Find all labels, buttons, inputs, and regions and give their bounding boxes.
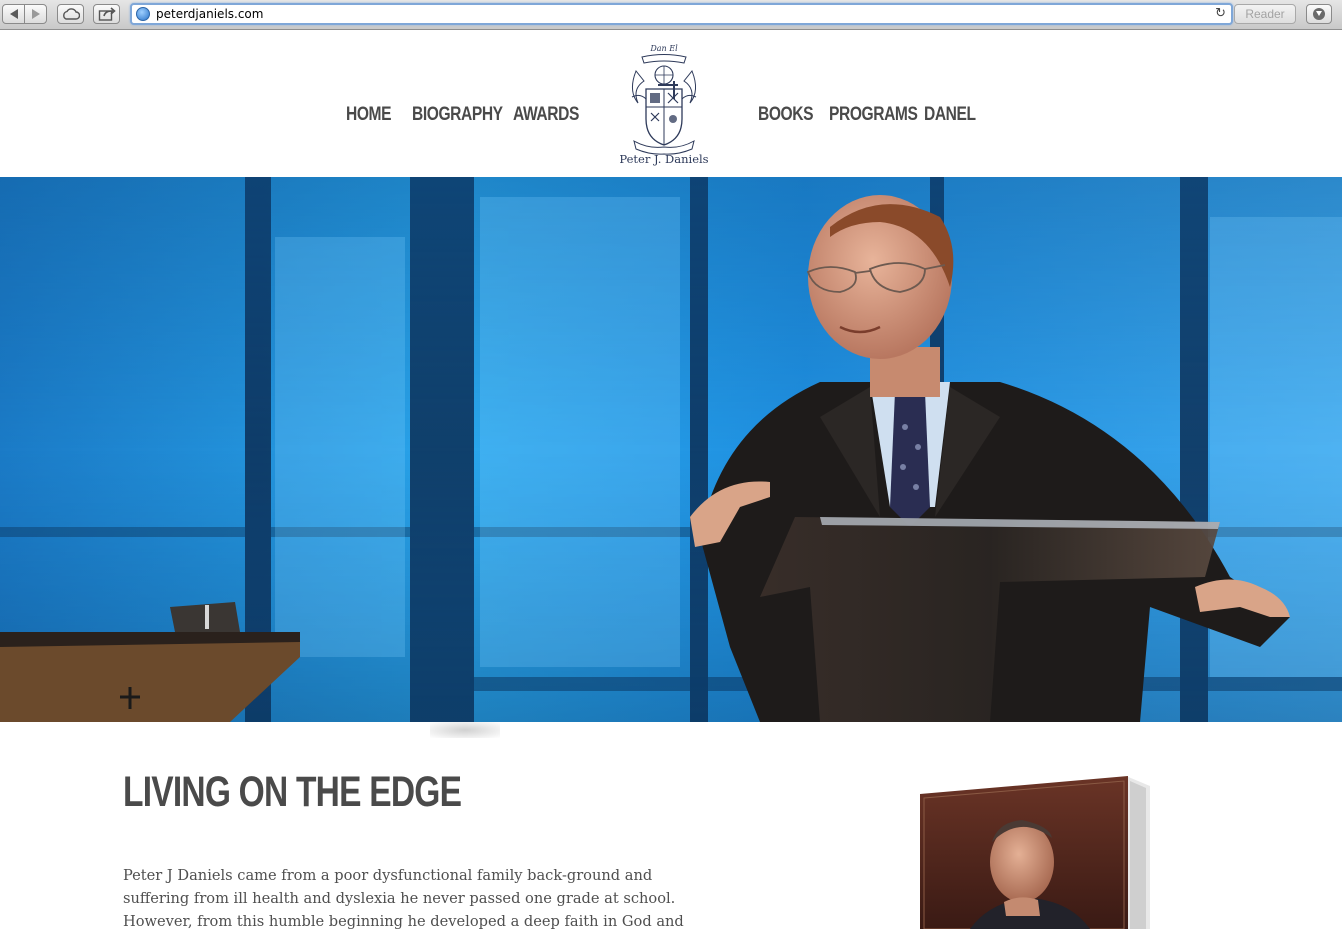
hero-shadow [430,722,500,738]
icloud-tabs-button[interactable] [57,4,84,24]
nav-biography[interactable]: BIOGRAPHY [412,104,503,126]
site-header: HOME BIOGRAPHY AWARDS Dan El Peter J. Da… [0,31,1342,177]
address-text[interactable]: peterdjaniels.com [156,7,263,21]
hero-speaker-photo [0,177,1342,722]
nav-programs[interactable]: PROGRAMS [829,104,918,126]
back-button[interactable] [2,4,25,24]
nav-home[interactable]: HOME [346,104,392,126]
globe-icon [136,7,150,21]
browser-toolbar: peterdjaniels.com ↻ Reader [0,0,1342,30]
downloads-button[interactable] [1306,4,1332,24]
book-cover-art [920,776,1150,929]
forward-button[interactable] [24,4,47,24]
book-cover-image[interactable] [920,776,1150,929]
nav-books[interactable]: BOOKS [758,104,814,126]
crest-logo[interactable]: Dan El [618,41,710,169]
section-title: LIVING ON THE EDGE [123,768,462,816]
reload-icon[interactable]: ↻ [1215,6,1226,21]
logo-caption: Peter J. Daniels [619,152,709,166]
forward-arrow-icon [31,9,40,19]
share-icon [98,7,116,21]
share-button[interactable] [93,4,120,24]
address-bar[interactable]: peterdjaniels.com ↻ [130,3,1233,25]
cloud-icon [62,8,80,20]
logo-motto: Dan El [649,44,678,53]
nav-danel[interactable]: DANEL [924,104,976,126]
section-body: Peter J Daniels came from a poor dysfunc… [123,867,684,929]
download-icon [1313,8,1325,20]
back-arrow-icon [9,9,18,19]
reader-button[interactable]: Reader [1234,4,1296,24]
hero-image [0,177,1342,722]
nav-awards[interactable]: AWARDS [513,104,579,126]
